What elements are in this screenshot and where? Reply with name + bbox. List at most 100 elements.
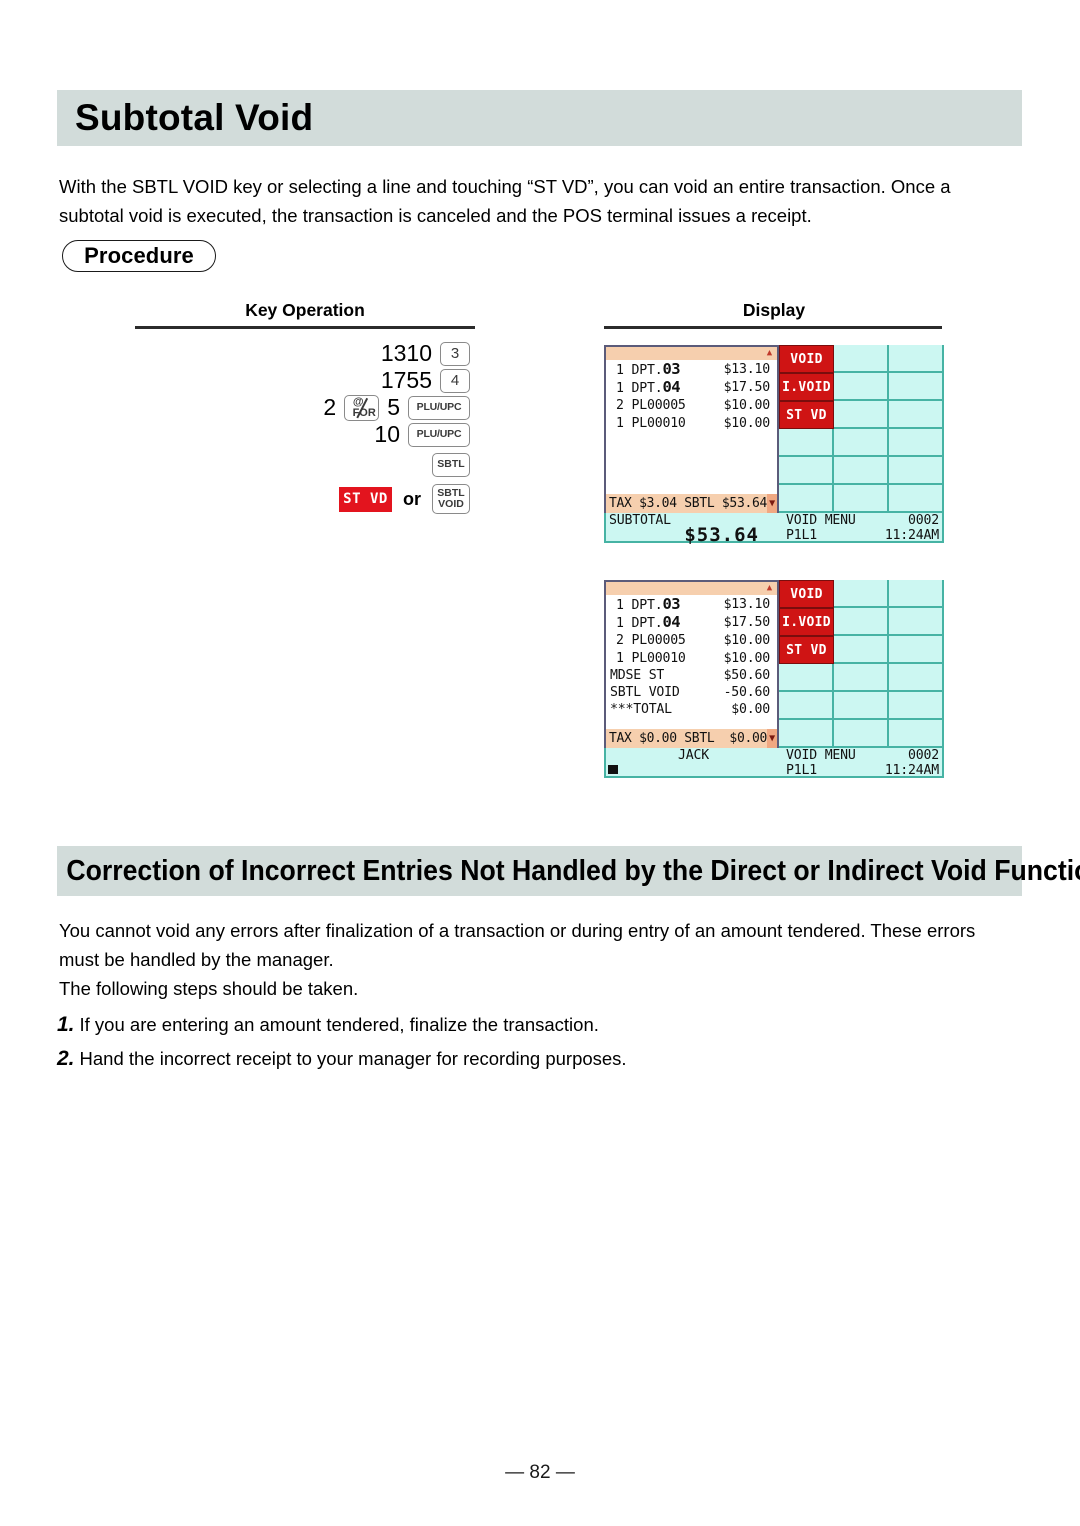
menu-cell-empty[interactable]	[779, 485, 834, 513]
menu-cell-empty[interactable]	[779, 664, 834, 692]
menu-cell-empty[interactable]	[834, 608, 889, 636]
menu-cell-empty[interactable]	[834, 664, 889, 692]
status-counter: 0002	[908, 747, 939, 763]
status-page-line: P1L1	[786, 762, 817, 778]
pos-screen-grid: ▲ 1 DPT.03 $13.10 1 DPT.04 $17.50 2 PL00…	[604, 580, 944, 748]
receipt-line[interactable]: 1 DPT.03 $13.10	[606, 595, 777, 614]
key-entry-number: 5	[387, 394, 400, 420]
receipt-line[interactable]: 1 DPT.04 $17.50	[606, 614, 777, 632]
menu-cell-empty[interactable]	[889, 429, 944, 457]
receipt-line[interactable]: SBTL VOID -50.60	[606, 684, 777, 701]
scroll-down-icon[interactable]: ▼	[767, 494, 777, 513]
step-1-number: 1.	[57, 1013, 75, 1036]
menu-cell-empty[interactable]	[889, 345, 944, 373]
menu-cell-empty[interactable]	[889, 485, 944, 513]
tax-subtotal-bar: TAX $3.04 SBTL $53.64 ▼	[606, 494, 777, 513]
void-menu-button[interactable]: VOID	[779, 580, 834, 608]
menu-cell-empty[interactable]	[779, 429, 834, 457]
indirect-void-menu-button[interactable]: I.VOID	[779, 608, 834, 636]
st-vd-menu-button[interactable]: ST VD	[779, 636, 834, 664]
menu-cell-empty[interactable]	[889, 664, 944, 692]
key-row: 10 PLU/UPC	[150, 421, 470, 448]
or-label: or	[403, 488, 421, 509]
receipt-qty: 1	[616, 598, 624, 613]
receipt-line[interactable]: 1 PL00010 $10.00	[606, 650, 777, 667]
key-operation-header: Key Operation	[245, 300, 365, 320]
menu-cell-empty[interactable]	[889, 457, 944, 485]
status-menu-label: VOID MENU	[786, 747, 856, 763]
menu-cell-empty[interactable]	[834, 692, 889, 720]
menu-cell-empty[interactable]	[779, 457, 834, 485]
dept-3-key: 3	[440, 341, 470, 366]
receipt-amount: $0.00	[731, 702, 770, 718]
key-operation-sequence: 1310 3 1755 4 2 @ FOR 5 PLU/UPC 10 PLU/U…	[150, 340, 470, 514]
menu-cell-empty[interactable]	[889, 692, 944, 720]
menu-cell-empty[interactable]	[834, 373, 889, 401]
st-vd-menu-button[interactable]: ST VD	[779, 401, 834, 429]
key-entry-number: 1755	[380, 367, 432, 393]
receipt-line[interactable]: 1 DPT.03 $13.10	[606, 360, 777, 379]
receipt-amount: $10.00	[723, 633, 771, 649]
menu-cell-empty[interactable]	[889, 720, 944, 748]
receipt-line[interactable]: ***TOTAL $0.00	[606, 701, 777, 718]
receipt-qty: 1	[616, 381, 624, 397]
key-row: 2 @ FOR 5 PLU/UPC	[150, 394, 470, 421]
st-vd-menu-button-label: ST VD	[786, 407, 827, 423]
menu-cell-empty[interactable]	[834, 457, 889, 485]
document-page: Subtotal Void With the SBTL VOID key or …	[0, 0, 1080, 1526]
status-row-bottom: P1L1 11:24AM	[606, 763, 942, 778]
menu-cell-empty[interactable]	[834, 429, 889, 457]
menu-cell-empty[interactable]	[779, 692, 834, 720]
menu-cell-empty[interactable]	[834, 580, 889, 608]
sbtl-key: SBTL	[432, 452, 470, 477]
receipt-item: PL00005	[631, 398, 686, 414]
receipt-dept: 04	[662, 378, 681, 397]
st-vd-touch-key[interactable]: ST VD	[339, 486, 392, 512]
menu-cell-empty[interactable]	[834, 345, 889, 373]
menu-cell-empty[interactable]	[834, 636, 889, 664]
st-vd-touch-key-label: ST VD	[343, 491, 388, 507]
plu-upc-key: PLU/UPC	[408, 422, 470, 447]
pos-screen-grid: ▲ 1 DPT.03 $13.10 1 DPT.04 $17.50 2 PL00…	[604, 345, 944, 513]
void-menu-button[interactable]: VOID	[779, 345, 834, 373]
menu-cell-empty[interactable]	[889, 373, 944, 401]
menu-cell-empty[interactable]	[889, 608, 944, 636]
menu-cell-empty[interactable]	[834, 485, 889, 513]
status-total-amount: $53.64	[684, 524, 759, 546]
receipt-item: DPT.	[631, 363, 663, 378]
receipt-line-label: SBTL VOID	[610, 685, 680, 701]
display-header: Display	[742, 300, 806, 320]
receipt-line-label: 1 PL00010	[616, 415, 686, 432]
receipt-line[interactable]: MDSE ST $50.60	[606, 667, 777, 684]
dept-4-key-label: 4	[450, 371, 460, 389]
receipt-line[interactable]: 2 PL00005 $10.00	[606, 632, 777, 649]
menu-cell-empty[interactable]	[834, 720, 889, 748]
menu-cell-empty[interactable]	[834, 401, 889, 429]
indirect-void-menu-button[interactable]: I.VOID	[779, 373, 834, 401]
menu-cell-empty[interactable]	[889, 636, 944, 664]
receipt-line[interactable]: 1 DPT.04 $17.50	[606, 379, 777, 397]
receipt-line-label: 1 DPT.04	[616, 613, 681, 632]
scroll-up-icon[interactable]: ▲	[763, 582, 776, 595]
sbtl-void-key-line2: VOID	[438, 498, 464, 510]
receipt-dept: 03	[662, 595, 681, 613]
scroll-down-icon[interactable]: ▼	[767, 729, 777, 748]
receipt-line[interactable]: 1 PL00010 $10.00	[606, 415, 777, 432]
plu-upc-key-label: PLU/UPC	[416, 401, 462, 414]
menu-cell-empty[interactable]	[889, 580, 944, 608]
receipt-qty: 1	[616, 363, 624, 378]
menu-cell-empty[interactable]	[889, 401, 944, 429]
receipt-dept: 04	[662, 613, 681, 632]
correction-paragraph-1: You cannot void any errors after finaliz…	[59, 920, 976, 970]
status-page-line: P1L1	[786, 527, 817, 543]
st-vd-menu-button-label: ST VD	[786, 642, 827, 658]
sbtl-key-label: SBTL	[437, 458, 465, 471]
void-menu-button-label: VOID	[790, 351, 823, 367]
status-row-top: JACK VOID MENU 0002	[606, 748, 942, 763]
key-entry-number: 1310	[380, 340, 432, 366]
receipt-line[interactable]: 2 PL00005 $10.00	[606, 397, 777, 414]
menu-cell-empty[interactable]	[779, 720, 834, 748]
scroll-up-icon[interactable]: ▲	[763, 347, 776, 360]
plu-upc-key-label: PLU/UPC	[416, 428, 462, 441]
correction-section-title-band: Correction of Incorrect Entries Not Hand…	[57, 846, 1080, 896]
